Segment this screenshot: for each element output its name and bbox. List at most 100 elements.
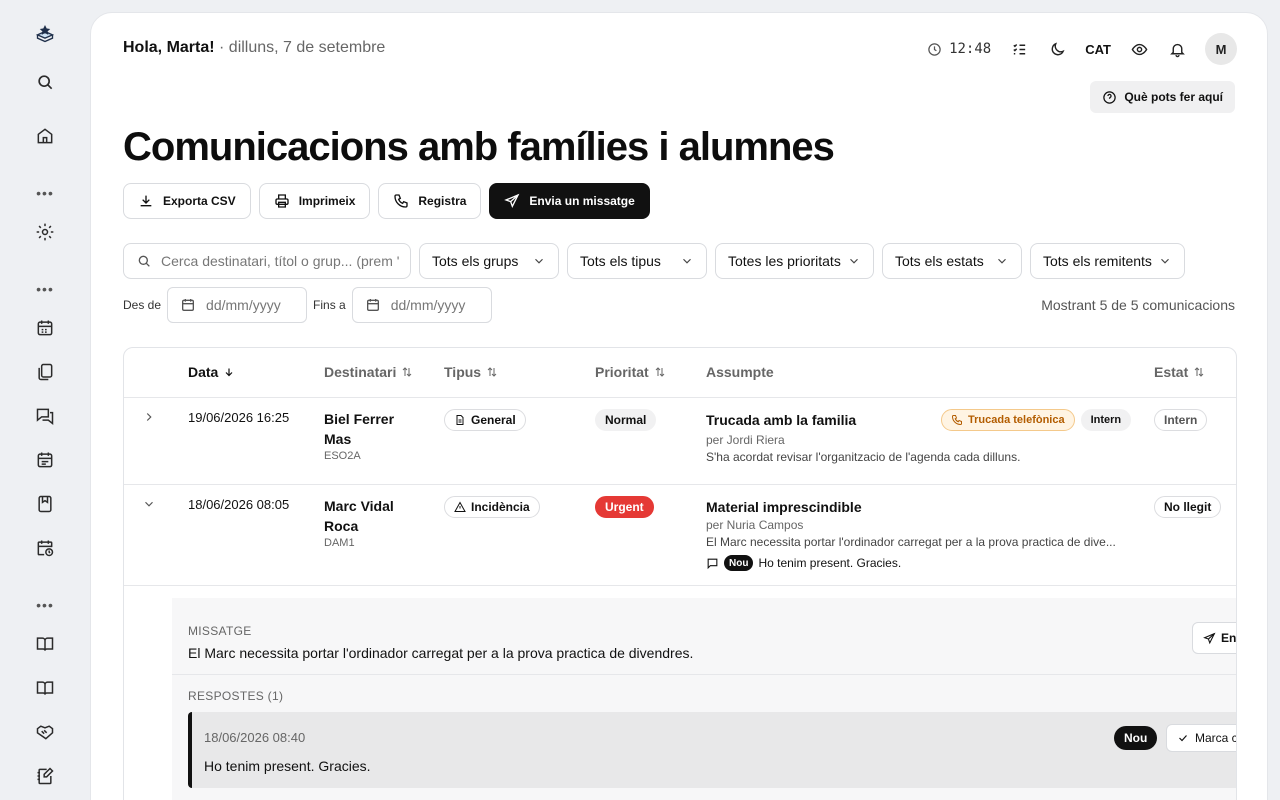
column-date[interactable]: Data bbox=[188, 364, 235, 380]
dark-mode-icon[interactable] bbox=[1047, 39, 1067, 59]
replies-label: RESPOSTES (1) bbox=[188, 689, 284, 703]
reply-send-button[interactable]: Env bbox=[1192, 622, 1237, 654]
column-priority-label: Prioritat bbox=[595, 364, 649, 380]
subject-title: Material imprescindible bbox=[706, 499, 862, 515]
row-priority: Urgent bbox=[595, 496, 654, 518]
type-badge: General bbox=[444, 409, 526, 431]
expanded-details: MISSATGE El Marc necessita portar l'ordi… bbox=[172, 598, 1237, 800]
send-message-button[interactable]: Envia un missatge bbox=[489, 183, 650, 219]
row-recipient[interactable]: Marc Vidal Roca DAM1 bbox=[324, 496, 414, 549]
recipient-group: ESO2A bbox=[324, 450, 361, 462]
row-divider bbox=[124, 585, 1236, 586]
column-recipient-label: Destinatari bbox=[324, 364, 397, 380]
send-button-label: Env bbox=[1221, 631, 1237, 645]
search-icon[interactable] bbox=[32, 69, 58, 95]
avatar[interactable]: M bbox=[1205, 33, 1237, 65]
settings-icon[interactable] bbox=[32, 219, 58, 245]
states-value: Tots els estats bbox=[895, 253, 984, 269]
row-recipient[interactable]: Biel Ferrer Mas ESO2A bbox=[324, 409, 414, 462]
new-badge: Nou bbox=[1114, 726, 1158, 750]
eye-icon[interactable] bbox=[1129, 39, 1149, 59]
bookmark-icon[interactable] bbox=[32, 491, 58, 517]
date-range: Des de dd/mm/yyyy Fins a dd/mm/yyyy bbox=[123, 287, 492, 323]
priority-badge: Normal bbox=[595, 409, 657, 431]
bell-icon[interactable] bbox=[1167, 39, 1187, 59]
phone-icon bbox=[951, 415, 962, 426]
phone-icon bbox=[394, 194, 409, 208]
type-label: General bbox=[471, 413, 516, 427]
reply-preview: Ho tenim present. Gracies. bbox=[758, 556, 902, 570]
app-logo[interactable] bbox=[32, 21, 58, 47]
type-badge: Incidència bbox=[444, 496, 540, 518]
reply-date: 18/06/2026 08:40 bbox=[204, 730, 306, 745]
groups-select[interactable]: Tots els grups bbox=[419, 243, 559, 279]
type-label: Incidència bbox=[471, 500, 530, 514]
messages-icon[interactable] bbox=[32, 403, 58, 429]
greeting-name: Hola, Marta! bbox=[123, 39, 215, 56]
documents-icon[interactable] bbox=[32, 359, 58, 385]
handshake-icon[interactable] bbox=[32, 719, 58, 745]
row-subject[interactable]: Material imprescindible per Nuria Campos… bbox=[706, 499, 1146, 571]
download-icon bbox=[140, 195, 152, 207]
sort-icon bbox=[487, 367, 497, 377]
recipient-name: Marc Vidal Roca bbox=[324, 498, 394, 534]
to-date-input[interactable]: dd/mm/yyyy bbox=[351, 287, 492, 323]
checklist-icon[interactable] bbox=[1009, 39, 1029, 59]
help-label: Què pots fer aquí bbox=[1124, 90, 1223, 104]
book-icon[interactable] bbox=[32, 631, 58, 657]
priorities-value: Totes les prioritats bbox=[728, 253, 841, 269]
from-date-input[interactable]: dd/mm/yyyy bbox=[167, 287, 308, 323]
search-icon bbox=[138, 255, 150, 267]
search-input[interactable]: Cerca destinatari, títol o grup... (prem… bbox=[123, 243, 411, 279]
calendar-icon[interactable] bbox=[32, 315, 58, 341]
state-badge: Intern bbox=[1154, 409, 1208, 431]
section-dots: ••• bbox=[36, 281, 54, 297]
notebook-icon[interactable] bbox=[32, 763, 58, 789]
call-tag-label: Trucada telefònica bbox=[968, 414, 1065, 426]
priorities-select[interactable]: Totes les prioritats bbox=[715, 243, 874, 279]
help-icon bbox=[1103, 90, 1117, 104]
chevron-down-icon bbox=[683, 258, 691, 264]
column-subject: Assumpte bbox=[706, 364, 774, 380]
state-badge: No llegit bbox=[1154, 496, 1222, 518]
column-priority[interactable]: Prioritat bbox=[595, 364, 666, 380]
greeting-date: · dilluns, 7 de setembre bbox=[214, 39, 386, 56]
subject-preview: S'ha acordat revisar l'organitzacio de l… bbox=[706, 450, 1021, 464]
senders-value: Tots els remitents bbox=[1043, 253, 1152, 269]
search-placeholder: Cerca destinatari, títol o grup... (prem… bbox=[161, 253, 400, 269]
row-type: Incidència bbox=[444, 496, 540, 518]
senders-select[interactable]: Tots els remitents bbox=[1030, 243, 1185, 279]
from-date-placeholder: dd/mm/yyyy bbox=[206, 297, 281, 313]
clock-time: 12:48 bbox=[949, 41, 992, 57]
print-label: Imprimeix bbox=[298, 194, 356, 208]
chevron-down-icon[interactable] bbox=[142, 497, 156, 511]
language-toggle[interactable]: CAT bbox=[1085, 42, 1111, 57]
calendar-icon bbox=[182, 299, 195, 311]
home-icon[interactable] bbox=[32, 123, 58, 149]
print-button[interactable]: Imprimeix bbox=[258, 183, 371, 219]
schedule-icon[interactable] bbox=[32, 447, 58, 473]
topbar: 12:48 CAT M bbox=[927, 33, 1237, 65]
row-priority: Normal bbox=[595, 409, 657, 431]
row-date: 19/06/2026 16:25 bbox=[188, 410, 290, 425]
book-open-icon[interactable] bbox=[32, 675, 58, 701]
column-recipient[interactable]: Destinatari bbox=[324, 364, 413, 380]
column-state[interactable]: Estat bbox=[1154, 364, 1205, 380]
document-icon bbox=[456, 415, 464, 425]
chevron-down-icon bbox=[1161, 258, 1169, 264]
column-type[interactable]: Tipus bbox=[444, 364, 498, 380]
sort-icon bbox=[403, 367, 412, 377]
types-select[interactable]: Tots els tipus bbox=[567, 243, 707, 279]
message-label: MISSATGE bbox=[188, 624, 252, 638]
calendar-clock-icon[interactable] bbox=[32, 535, 58, 561]
call-tag: Trucada telefònica bbox=[941, 409, 1075, 431]
mark-read-button[interactable]: Marca c bbox=[1166, 724, 1236, 752]
export-csv-button[interactable]: Exporta CSV bbox=[123, 183, 251, 219]
register-button[interactable]: Registra bbox=[378, 183, 482, 219]
warning-icon bbox=[454, 501, 466, 512]
row-tags: Trucada telefònica Intern bbox=[941, 409, 1132, 431]
chevron-right-icon[interactable] bbox=[142, 410, 156, 424]
printer-icon bbox=[275, 194, 289, 208]
states-select[interactable]: Tots els estats bbox=[882, 243, 1022, 279]
help-button[interactable]: Què pots fer aquí bbox=[1090, 81, 1235, 113]
